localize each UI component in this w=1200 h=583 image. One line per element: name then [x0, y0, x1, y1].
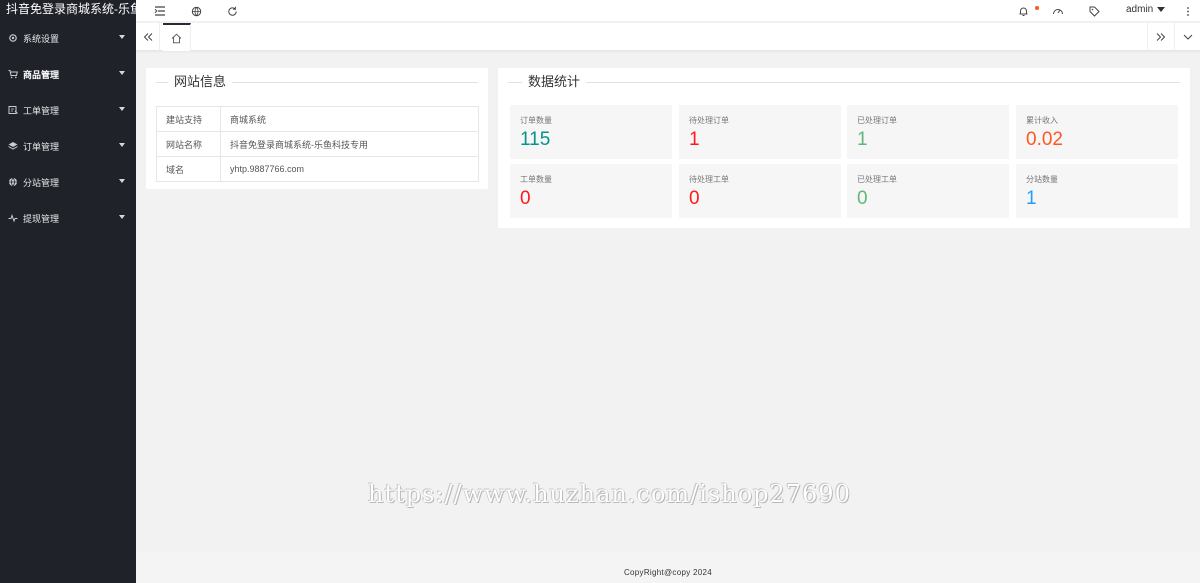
table-row: 网站名称 抖音免登录商城系统-乐鱼科技专用 [156, 131, 479, 157]
sidebar-item-tickets[interactable]: 工单管理 [0, 92, 136, 128]
site-info-table: 建站支持 商城系统 网站名称 抖音免登录商城系统-乐鱼科技专用 域名 yhtp.… [156, 106, 479, 182]
table-cell-key: 域名 [156, 156, 221, 182]
stat-label: 订单数量 [520, 116, 552, 125]
stat-value: 1 [857, 129, 868, 150]
home-icon [171, 33, 182, 43]
sidebar-item-orders[interactable]: 订单管理 [0, 128, 136, 164]
chevron-down-icon [119, 215, 125, 219]
more-vertical-icon[interactable] [1180, 3, 1196, 19]
table-cell-key: 建站支持 [156, 106, 221, 132]
stat-label: 已处理订单 [857, 116, 897, 125]
website-globe-icon[interactable] [188, 3, 204, 19]
ticket-icon [7, 104, 19, 116]
chevron-down-icon [119, 143, 125, 147]
card-title: 网站信息 [156, 74, 478, 90]
refresh-icon[interactable] [224, 3, 240, 19]
sidebar-item-products[interactable]: 商品管理 [0, 56, 136, 92]
stat-label: 已处理工单 [857, 175, 897, 184]
tab-bar [136, 23, 1200, 51]
top-header: admin [136, 0, 1200, 22]
user-menu[interactable]: admin [1126, 4, 1166, 15]
globe-icon [7, 176, 19, 188]
card-title: 数据统计 [508, 74, 1180, 90]
tab-home[interactable] [163, 23, 191, 51]
stat-label: 工单数量 [520, 175, 552, 184]
cart-icon [7, 68, 19, 80]
sidebar-item-system-settings[interactable]: 系统设置 [0, 20, 136, 56]
stat-value: 1 [1026, 188, 1037, 209]
layers-icon [7, 140, 19, 152]
watermark-text: https://www.huzhan.com/ishop27690 [368, 480, 851, 508]
stat-value: 115 [520, 129, 551, 150]
stat-ticket-count: 工单数量 0 [510, 164, 672, 218]
chevron-down-icon [119, 107, 125, 111]
stat-value: 0 [520, 188, 531, 209]
sidebar-item-withdrawals[interactable]: 提现管理 [0, 200, 136, 236]
stat-processed-orders: 已处理订单 1 [847, 105, 1009, 159]
tab-options-chevron-down-icon[interactable] [1174, 23, 1200, 51]
stats-card: 数据统计 订单数量 115 待处理订单 1 已处理订单 1 累计收入 0.02 … [498, 68, 1190, 228]
table-cell-key: 网站名称 [156, 131, 221, 157]
stats-title: 数据统计 [522, 74, 587, 89]
chevron-down-icon [119, 35, 125, 39]
stat-label: 待处理工单 [689, 175, 729, 184]
stat-pending-orders: 待处理订单 1 [679, 105, 841, 159]
tab-scroll-left-icon[interactable] [136, 23, 160, 51]
site-info-card: 网站信息 建站支持 商城系统 网站名称 抖音免登录商城系统-乐鱼科技专用 域名 … [146, 68, 488, 189]
chevron-down-icon [1157, 7, 1166, 12]
gear-icon [7, 32, 19, 44]
stat-value: 0.02 [1026, 129, 1063, 150]
table-cell-value: 商城系统 [220, 106, 479, 132]
chevron-down-icon [119, 71, 125, 75]
menu-collapse-icon[interactable] [152, 3, 168, 19]
stat-processed-tickets: 已处理工单 0 [847, 164, 1009, 218]
sidebar: 抖音免登录商城系统-乐鱼 系统设置 商品管理 工单管理 订单管理 分站管理 提现… [0, 0, 136, 583]
table-cell-value: yhtp.9887766.com [220, 156, 479, 182]
stat-order-count: 订单数量 115 [510, 105, 672, 159]
theme-gauge-icon[interactable] [1050, 3, 1066, 19]
table-cell-value: 抖音免登录商城系统-乐鱼科技专用 [220, 131, 479, 157]
chevron-down-icon [119, 179, 125, 183]
stat-label: 累计收入 [1026, 116, 1058, 125]
app-logo-title[interactable]: 抖音免登录商城系统-乐鱼 [0, 0, 136, 20]
tab-scroll-right-icon[interactable] [1147, 23, 1173, 51]
stat-value: 1 [689, 129, 700, 150]
sidebar-item-substations[interactable]: 分站管理 [0, 164, 136, 200]
username: admin [1126, 4, 1154, 15]
stat-pending-tickets: 待处理工单 0 [679, 164, 841, 218]
stat-value: 0 [689, 188, 700, 209]
stat-label: 待处理订单 [689, 116, 729, 125]
site-info-title: 网站信息 [168, 74, 233, 89]
footer: CopyRight@copy 2024 [136, 553, 1200, 583]
table-row: 域名 yhtp.9887766.com [156, 156, 479, 182]
stat-substation-count: 分站数量 1 [1016, 164, 1178, 218]
pulse-icon [7, 212, 19, 224]
stat-label: 分站数量 [1026, 175, 1058, 184]
notification-dot [1035, 6, 1039, 10]
bell-icon[interactable] [1015, 3, 1031, 19]
table-row: 建站支持 商城系统 [156, 106, 479, 132]
stat-value: 0 [857, 188, 868, 209]
tag-icon[interactable] [1086, 3, 1102, 19]
stat-total-income: 累计收入 0.02 [1016, 105, 1178, 159]
